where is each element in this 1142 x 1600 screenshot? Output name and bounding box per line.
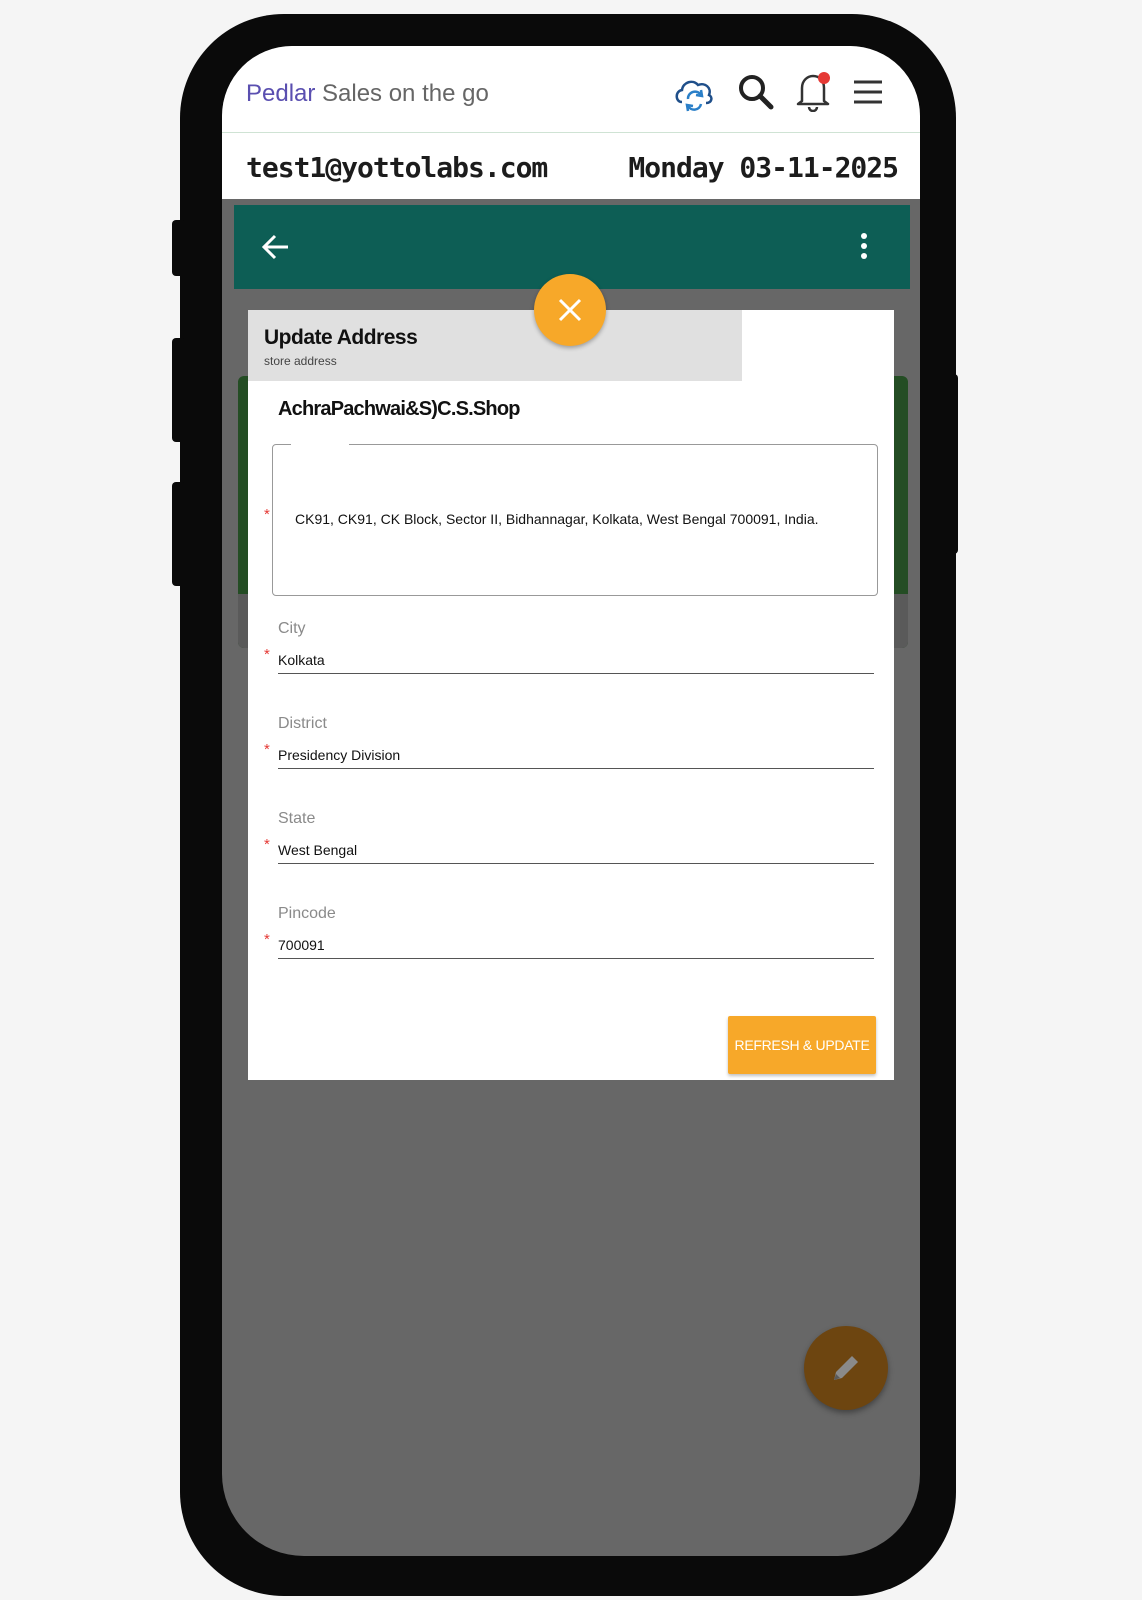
refresh-update-button[interactable]: REFRESH & UPDATE [728, 1016, 876, 1074]
district-underline [278, 768, 874, 769]
district-label: District [278, 715, 327, 732]
search-icon[interactable] [736, 72, 776, 117]
pincode-underline [278, 958, 874, 959]
brand-name: Pedlar [246, 80, 316, 107]
required-marker: * [264, 741, 270, 758]
shop-name: AchraPachwai&S)C.S.Shop [278, 398, 520, 420]
user-info-bar: test1@yottolabs.com Monday 03-11-2025 [222, 133, 920, 199]
edit-fab-button[interactable] [804, 1326, 888, 1410]
app-screen: Pedlar Sales on the go test1@yottolabs.c… [222, 46, 920, 1556]
city-label: City [278, 620, 306, 637]
top-bar: Pedlar Sales on the go [222, 46, 920, 133]
city-input[interactable]: Kolkata [278, 652, 325, 668]
user-email: test1@yottolabs.com [246, 151, 548, 184]
state-underline [278, 863, 874, 864]
current-date: Monday 03-11-2025 [628, 151, 899, 184]
required-marker: * [264, 931, 270, 948]
pencil-icon [828, 1350, 864, 1391]
menu-icon[interactable] [850, 72, 886, 117]
dialog-header: Update Address store address [248, 310, 742, 381]
required-marker: * [264, 836, 270, 853]
district-input[interactable]: Presidency Division [278, 747, 400, 763]
pincode-label: Pincode [278, 905, 336, 922]
brand-tagline: Sales on the go [322, 80, 489, 107]
pincode-input[interactable]: 700091 [278, 937, 325, 953]
cloud-sync-icon[interactable] [672, 72, 716, 121]
required-marker: * [264, 506, 270, 523]
phone-power-button [944, 374, 958, 554]
close-dialog-button[interactable] [534, 274, 606, 346]
phone-mute-button [172, 220, 186, 276]
address-textarea[interactable]: CK91, CK91, CK Block, Sector II, Bidhann… [272, 443, 878, 596]
back-arrow-icon[interactable] [260, 231, 292, 268]
notification-dot [818, 72, 830, 84]
bell-icon[interactable] [794, 70, 834, 117]
close-icon [556, 296, 584, 329]
dialog-title: Update Address [264, 326, 418, 349]
state-label: State [278, 810, 316, 827]
address-value: CK91, CK91, CK Block, Sector II, Bidhann… [295, 511, 819, 527]
phone-volume-down-button [172, 482, 186, 586]
address-label-gap [291, 443, 349, 447]
update-address-dialog: Update Address store address AchraPachwa… [248, 310, 894, 1080]
city-underline [278, 673, 874, 674]
required-marker: * [264, 646, 270, 663]
phone-volume-up-button [172, 338, 186, 442]
dialog-subtitle: store address [264, 354, 337, 368]
state-input[interactable]: West Bengal [278, 842, 357, 858]
more-vert-icon[interactable] [854, 231, 874, 268]
